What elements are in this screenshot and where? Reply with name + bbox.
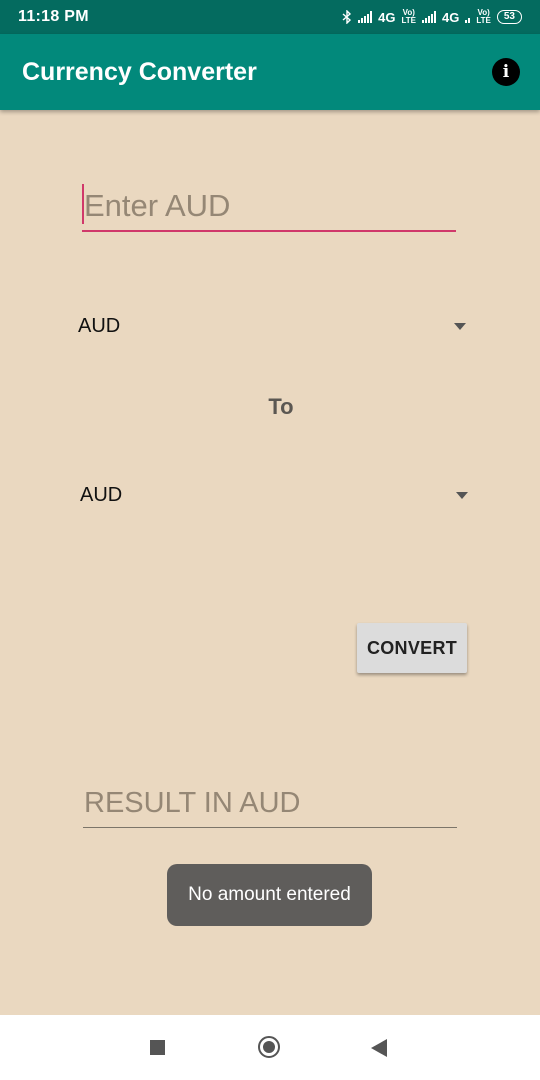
battery-icon: 53 [496, 10, 522, 24]
home-icon[interactable] [258, 1036, 280, 1058]
info-icon[interactable]: i [492, 58, 520, 86]
result-placeholder: RESULT IN AUD [84, 787, 301, 819]
from-currency-spinner[interactable]: AUD [78, 304, 470, 348]
signal-icon [422, 11, 437, 23]
to-currency-value: AUD [80, 483, 123, 506]
volte-icon: Vo) LTE [476, 8, 491, 25]
to-label: To [268, 394, 294, 419]
status-bar: 11:18 PM 4G Vo) LTE 4G Vo) LTE 53 [0, 0, 540, 34]
signal-icon [465, 11, 471, 23]
back-icon[interactable] [371, 1039, 387, 1057]
to-currency-spinner[interactable]: AUD [80, 473, 472, 517]
network-label: 4G [442, 9, 460, 25]
result-field[interactable]: RESULT IN AUD [83, 782, 457, 828]
toast-message: No amount entered [167, 864, 372, 926]
from-currency-value: AUD [78, 314, 121, 337]
app-bar: Currency Converter i [0, 34, 540, 110]
amount-input[interactable]: Enter AUD [82, 180, 456, 232]
convert-button[interactable]: CONVERT [357, 623, 467, 673]
app-title: Currency Converter [22, 57, 257, 86]
volte-icon: Vo) LTE [401, 8, 417, 25]
recent-apps-icon[interactable] [150, 1040, 165, 1055]
navigation-bar [0, 1015, 540, 1080]
amount-placeholder: Enter AUD [84, 188, 231, 223]
dropdown-arrow-icon [456, 491, 468, 499]
network-label: 4G [378, 9, 396, 25]
status-icons: 4G Vo) LTE 4G Vo) LTE 53 [342, 9, 522, 25]
dropdown-arrow-icon [454, 322, 466, 330]
bluetooth-icon [342, 10, 352, 24]
signal-icon [358, 11, 373, 23]
status-time: 11:18 PM [18, 8, 89, 25]
